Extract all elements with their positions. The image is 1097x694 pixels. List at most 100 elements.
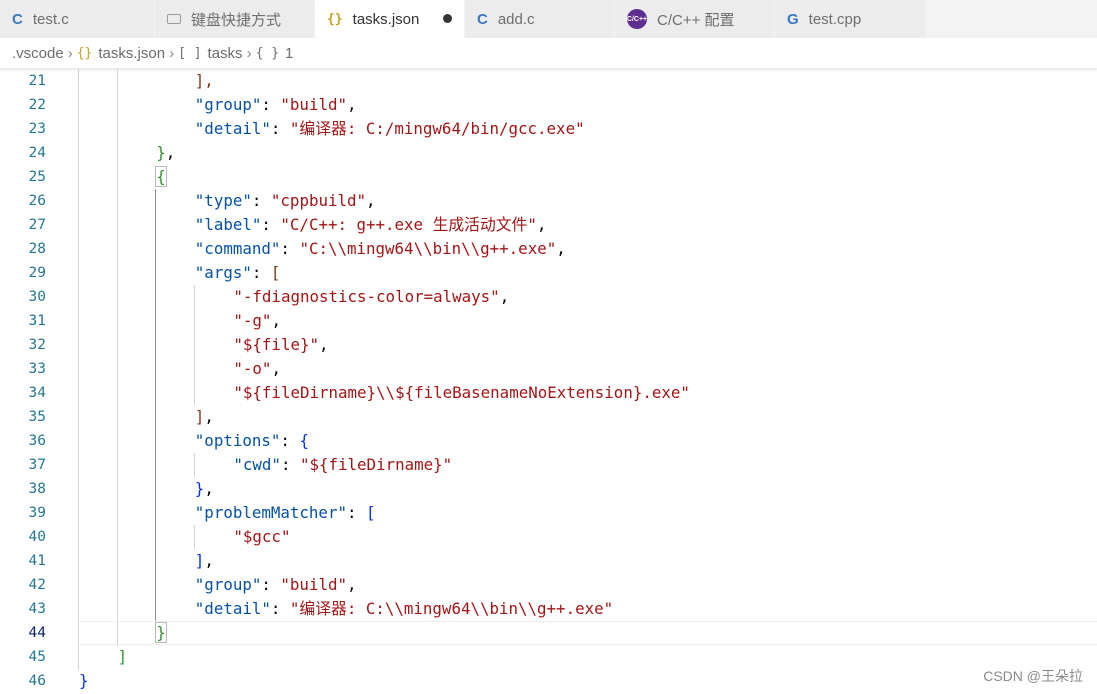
- line-number: 43: [28, 601, 46, 617]
- json-file-icon: {}: [76, 45, 93, 61]
- code-line[interactable]: 31 "-g",: [0, 309, 1097, 333]
- code-line[interactable]: 24},: [0, 141, 1097, 165]
- code-line[interactable]: 42 "group": "build",: [0, 573, 1097, 597]
- json-punctuation: ,: [346, 575, 357, 594]
- code-text: "command": "C:\\mingw64\\bin\\g++.exe",: [195, 237, 566, 261]
- json-string: "C/C++: g++.exe 生成活动文件": [280, 215, 537, 234]
- code-line[interactable]: 34 "${fileDirname}\\${fileBasenameNoExten…: [0, 381, 1097, 405]
- code-line[interactable]: 46}: [0, 669, 1097, 693]
- json-key: "options": [194, 431, 281, 450]
- json-punctuation: }: [194, 479, 205, 498]
- json-punctuation: ],: [194, 71, 214, 90]
- json-punctuation: ,: [556, 239, 566, 258]
- line-number: 35: [28, 409, 46, 425]
- code-line[interactable]: 43 "detail": "编译器: C:\\mingw64\\bin\\g++.…: [0, 597, 1097, 621]
- breadcrumb-item[interactable]: { } 1: [256, 45, 294, 62]
- json-key: "problemMatcher": [194, 503, 347, 522]
- cpp-config-icon: C/C++: [627, 9, 647, 29]
- code-text: {: [155, 165, 167, 189]
- json-string: "${fileDirname}\\${fileBasenameNoExtensi…: [233, 383, 690, 402]
- code-line[interactable]: 30 "-fdiagnostics-color=always",: [0, 285, 1097, 309]
- line-number: 36: [28, 433, 46, 449]
- line-number: 29: [28, 265, 46, 281]
- line-number: 40: [28, 529, 46, 545]
- code-line[interactable]: 22 "group": "build",: [0, 93, 1097, 117]
- code-line[interactable]: 45]: [0, 645, 1097, 669]
- json-key: "group": [194, 575, 262, 594]
- tab-add-c[interactable]: Cadd.c: [465, 0, 615, 38]
- json-string: "${file}": [233, 335, 319, 354]
- json-string: "build": [280, 95, 347, 114]
- line-number: 25: [28, 169, 46, 185]
- line-number: 28: [28, 241, 46, 257]
- json-key: "command": [194, 239, 281, 258]
- code-text: ],: [195, 549, 214, 573]
- code-line[interactable]: 38},: [0, 477, 1097, 501]
- code-text: "label": "C/C++: g++.exe 生成活动文件",: [195, 213, 547, 237]
- code-line[interactable]: 27 "label": "C/C++: g++.exe 生成活动文件",: [0, 213, 1097, 237]
- code-line[interactable]: 41],: [0, 549, 1097, 573]
- breadcrumb-item[interactable]: {} tasks.json: [77, 45, 165, 62]
- tab-label: tasks.json: [352, 10, 420, 28]
- json-punctuation: ,: [346, 95, 357, 114]
- json-punctuation: ,: [499, 287, 510, 306]
- array-icon: [ ]: [178, 45, 202, 61]
- code-text: ]: [118, 645, 128, 669]
- code-line[interactable]: 25 {: [0, 165, 1097, 189]
- tab-label: add.c: [497, 10, 535, 28]
- code-line[interactable]: 23 "detail": "编译器: C:/mingw64/bin/gcc.exe…: [0, 117, 1097, 141]
- code-text: "${file}",: [233, 333, 328, 357]
- code-line[interactable]: 40 "$gcc": [0, 525, 1097, 549]
- json-punctuation: :: [261, 95, 281, 114]
- json-key: "detail": [194, 599, 271, 618]
- tab-label: 键盘快捷方式: [191, 11, 282, 29]
- code-line[interactable]: 36 "options": {: [0, 429, 1097, 453]
- json-punctuation: }: [155, 622, 167, 643]
- code-text: "problemMatcher": [: [195, 501, 376, 525]
- code-line[interactable]: 33 "-o",: [0, 357, 1097, 381]
- json-string: "$gcc": [233, 527, 291, 546]
- breadcrumb-item[interactable]: [ ] tasks: [178, 45, 243, 62]
- json-punctuation: ,: [319, 335, 329, 354]
- tab-label: test.c: [32, 10, 69, 28]
- json-punctuation: ,: [204, 407, 214, 426]
- code-line[interactable]: 32 "${file}",: [0, 333, 1097, 357]
- json-punctuation: :: [270, 599, 290, 618]
- code-line[interactable]: 44}: [0, 621, 1097, 645]
- code-line[interactable]: 28 "command": "C:\\mingw64\\bin\\g++.exe"…: [0, 237, 1097, 261]
- keyboard-icon: [167, 14, 181, 24]
- line-number: 33: [28, 361, 46, 377]
- json-punctuation: ,: [271, 311, 281, 330]
- code-line[interactable]: 39 "problemMatcher": [: [0, 501, 1097, 525]
- json-string: "${fileDirname}": [299, 455, 453, 474]
- json-key: "type": [194, 191, 252, 210]
- code-line[interactable]: 35],: [0, 405, 1097, 429]
- tab-c-c[interactable]: C/C++ C/C++ 配置: [615, 0, 775, 38]
- code-line[interactable]: 29 "args": [: [0, 261, 1097, 285]
- tab-tasks-json[interactable]: {} tasks.json: [315, 0, 465, 38]
- line-number: 42: [28, 577, 46, 593]
- json-punctuation: }: [79, 671, 89, 690]
- code-editor[interactable]: 21], 22 "group": "build", 23 "detail": "编译器:…: [0, 69, 1097, 694]
- json-string: "build": [280, 575, 347, 594]
- code-text: "cwd": "${fileDirname}": [233, 453, 452, 477]
- breadcrumb-item[interactable]: .vscode: [12, 45, 64, 62]
- code-line[interactable]: 21],: [0, 69, 1097, 93]
- code-text: "-g",: [233, 309, 281, 333]
- unsaved-dot-icon[interactable]: [443, 14, 452, 23]
- code-line[interactable]: 26 "type": "cppbuild",: [0, 189, 1097, 213]
- tab-label: test.cpp: [808, 10, 862, 28]
- c-file-icon: C: [477, 10, 488, 28]
- json-key: "group": [194, 95, 262, 114]
- json-string: "编译器: C:\\mingw64\\bin\\g++.exe": [289, 599, 614, 618]
- line-number: 27: [28, 217, 46, 233]
- tab-[interactable]: 键盘快捷方式: [155, 0, 315, 38]
- code-line[interactable]: 37 "cwd": "${fileDirname}": [0, 453, 1097, 477]
- tab-test-c[interactable]: Ctest.c: [0, 0, 155, 38]
- line-number: 44: [28, 625, 46, 641]
- line-number: 32: [28, 337, 46, 353]
- json-punctuation: :: [280, 455, 300, 474]
- json-key: "args": [194, 263, 252, 282]
- tab-test-cpp[interactable]: Gtest.cpp: [775, 0, 927, 38]
- breadcrumb-label: tasks: [207, 44, 243, 62]
